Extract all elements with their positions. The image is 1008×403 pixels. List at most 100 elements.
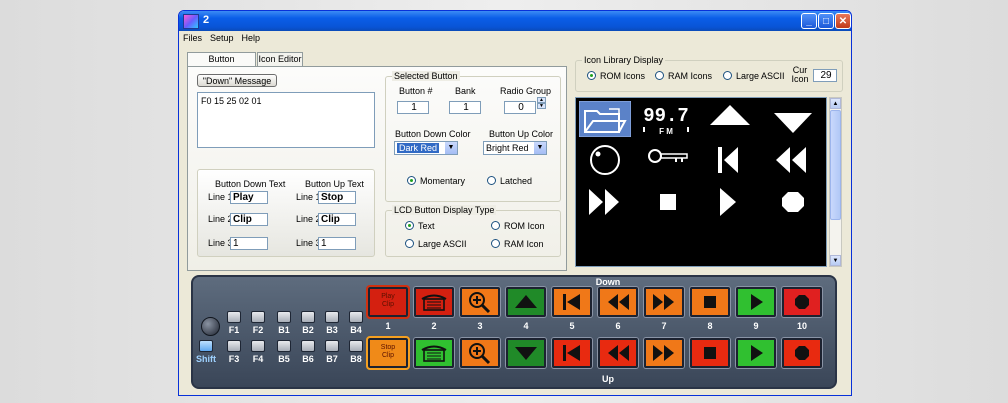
radio-group-input[interactable]: 0 [504,101,536,114]
up-button-9[interactable] [736,338,776,368]
fkey-f1[interactable] [227,311,241,323]
up-line1-input[interactable]: Stop [318,191,356,204]
scroll-thumb[interactable] [830,110,841,220]
triangle-down-icon[interactable] [764,101,820,137]
radio-fm-icon[interactable]: 99.7 F M [640,101,696,137]
up-button-5[interactable] [552,338,592,368]
radio-group-spinner[interactable]: ▲ ▼ [537,97,546,110]
button-number-label: 10 [796,321,807,331]
triangle-up-icon[interactable] [702,101,758,137]
down-button-5[interactable] [552,287,592,317]
lcd-text-radio[interactable]: Text [405,221,435,231]
fkey-b4[interactable] [349,311,363,323]
fkey-b1[interactable] [277,311,291,323]
tab-icon-editor[interactable]: Icon Editor [257,52,303,66]
rewind-icon[interactable] [764,142,820,178]
scroll-up-icon[interactable]: ▲ [830,98,841,109]
button-num-label: Button # [399,86,433,96]
app-icon [183,14,199,29]
lcd-large-ascii-radio[interactable]: Large ASCII [405,239,467,249]
down-line2-input[interactable]: Clip [230,213,268,226]
down-button-4[interactable] [506,287,546,317]
up-line3-input[interactable]: 1 [318,237,356,250]
down-button-1[interactable]: Play Clip [366,285,410,319]
down-button-3[interactable] [460,287,500,317]
lcd-ram-icon-radio[interactable]: RAM Icon [491,239,544,249]
fkey-label: F2 [252,325,264,335]
down-line1-input[interactable]: Play [230,191,268,204]
menu-files[interactable]: Files [183,31,202,46]
button-num-input[interactable]: 1 [397,101,429,114]
minimize-button[interactable]: _ [801,13,817,29]
menu-setup[interactable]: Setup [210,31,234,46]
fkey-b7[interactable] [325,340,339,352]
fkey-b6[interactable] [301,340,315,352]
up-button-1[interactable]: Stop Clip [366,336,410,370]
stop-icon [692,340,728,366]
skip-back-icon [554,289,590,315]
scroll-down-icon[interactable]: ▼ [830,255,841,266]
cur-icon-input[interactable]: 29 [813,69,837,82]
fkey-b2[interactable] [301,311,315,323]
down-message-button[interactable]: "Down" Message [197,74,277,87]
selected-button-title: Selected Button [392,71,460,81]
record-icon[interactable] [764,184,820,220]
up-row-label: Up [602,374,614,384]
lcd-rom-icon-radio[interactable]: ROM Icon [491,221,545,231]
chevron-down-icon[interactable]: ▼ [533,142,546,154]
down-button-2[interactable] [414,287,454,317]
knob-icon[interactable] [579,142,635,178]
radio-selected-icon [587,71,596,80]
radio-group-label: Radio Group [500,86,552,96]
play-icon[interactable] [702,184,758,220]
fkey-f4[interactable] [251,340,265,352]
fkey-b8[interactable] [349,340,363,352]
down-line3-input[interactable]: 1 [230,237,268,250]
lcd-text-line1: Stop [380,344,396,351]
up-button-3[interactable] [460,338,500,368]
phone-icon [416,340,452,366]
message-textarea[interactable]: F0 15 25 02 01 [197,92,375,148]
up-button-4[interactable] [506,338,546,368]
fkey-label: B2 [302,325,314,335]
stop-icon[interactable] [640,184,696,220]
jog-knob[interactable] [201,317,220,336]
ram-icons-radio[interactable]: RAM Icons [655,71,712,81]
bank-input[interactable]: 1 [449,101,481,114]
skip-back-icon[interactable] [702,142,758,178]
down-button-10[interactable] [782,287,822,317]
fkey-b5[interactable] [277,340,291,352]
down-color-select[interactable]: Dark Red ▼ [394,141,458,155]
up-line2-input[interactable]: Clip [318,213,356,226]
up-button-8[interactable] [690,338,730,368]
fkey-f3[interactable] [227,340,241,352]
rom-icons-radio[interactable]: ROM Icons [587,71,645,81]
fkey-shift[interactable] [199,340,213,352]
lcd-text-line1: Play [381,293,395,300]
down-button-7[interactable] [644,287,684,317]
icon-library-grid[interactable]: 99.7 F M [575,97,827,267]
fkey-f2[interactable] [251,311,265,323]
title-bar[interactable]: 2 _ □ ✕ [179,11,851,31]
fast-forward-icon[interactable] [579,184,635,220]
up-button-10[interactable] [782,338,822,368]
menu-help[interactable]: Help [242,31,261,46]
key-icon[interactable] [640,142,696,178]
down-button-8[interactable] [690,287,730,317]
large-ascii-radio[interactable]: Large ASCII [723,71,785,81]
up-color-select[interactable]: Bright Red ▼ [483,141,547,155]
down-button-9[interactable] [736,287,776,317]
chevron-down-icon[interactable]: ▼ [444,142,457,154]
latched-radio[interactable]: Latched [487,176,532,186]
momentary-radio[interactable]: Momentary [407,176,465,186]
maximize-button[interactable]: □ [818,13,834,29]
up-button-6[interactable] [598,338,638,368]
icon-library-scrollbar[interactable]: ▲ ▼ [829,97,842,267]
close-button[interactable]: ✕ [835,13,851,29]
fkey-label: F4 [252,354,264,364]
down-button-6[interactable] [598,287,638,317]
up-button-7[interactable] [644,338,684,368]
up-button-2[interactable] [414,338,454,368]
fkey-b3[interactable] [325,311,339,323]
folder-icon[interactable] [579,101,635,137]
